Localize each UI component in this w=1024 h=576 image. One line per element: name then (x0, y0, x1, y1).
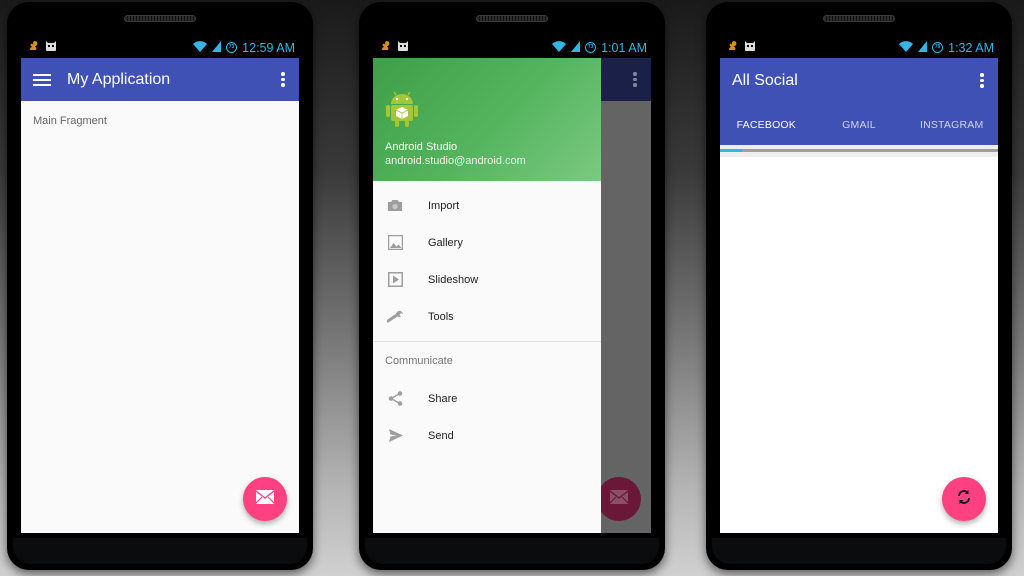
progress-track (720, 149, 998, 152)
drawer-header: Android Studio android.studio@android.co… (373, 58, 601, 181)
page-load-progress (720, 145, 998, 157)
squirrel-notification-icon (726, 39, 738, 57)
screen-navigation-drawer: 73 1:01 AM Android Studio android.studio… (373, 37, 651, 533)
camera-icon (386, 197, 404, 215)
drawer-menu: Import Gallery Slideshow Tools Communica… (373, 181, 601, 454)
phone-frame-3: 79 1:32 AM All Social FACEBOOK GMAIL INS… (706, 2, 1012, 570)
status-time: 12:59 AM (242, 40, 295, 55)
slideshow-icon (386, 271, 404, 289)
drawer-item-gallery[interactable]: Gallery (373, 224, 601, 261)
drawer-item-import[interactable]: Import (373, 187, 601, 224)
phone-frame-2: 73 1:01 AM Android Studio android.studio… (359, 2, 665, 570)
signal-icon (918, 39, 928, 57)
drawer-subheader: Communicate (385, 355, 453, 367)
drawer-item-share[interactable]: Share (373, 380, 601, 417)
status-bar: 79 1:32 AM (720, 37, 998, 58)
app-title: My Application (67, 70, 171, 88)
drawer-item-label: Import (428, 199, 460, 212)
speaker-grille (124, 15, 196, 22)
navigation-drawer: Android Studio android.studio@android.co… (373, 58, 601, 533)
battery-badge: 79 (932, 42, 944, 53)
speaker-grille (476, 15, 548, 22)
phone-frame-1: 73 12:59 AM My Application Main Fragment (7, 2, 313, 570)
status-time: 1:32 AM (948, 40, 994, 55)
main-fragment-text: Main Fragment (33, 115, 107, 127)
gallery-icon (386, 234, 404, 252)
refresh-icon (956, 489, 972, 510)
wifi-icon (899, 39, 914, 57)
drawer-item-send[interactable]: Send (373, 417, 601, 454)
drawer-user-name: Android Studio (385, 141, 458, 153)
android-icon (385, 88, 419, 128)
app-bar: My Application (21, 58, 299, 101)
app-title: All Social (732, 71, 798, 89)
hamburger-menu-icon[interactable] (31, 69, 53, 91)
drawer-item-label: Share (428, 392, 458, 405)
screen-all-social: 79 1:32 AM All Social FACEBOOK GMAIL INS… (720, 37, 998, 533)
wifi-icon (552, 39, 567, 57)
drawer-item-label: Tools (428, 310, 454, 323)
wifi-icon (193, 39, 208, 57)
status-bar: 73 1:01 AM (373, 37, 651, 58)
overflow-menu-icon[interactable] (277, 70, 289, 90)
overflow-menu-icon[interactable] (976, 71, 988, 91)
email-icon (255, 489, 275, 509)
refresh-fab-button[interactable] (942, 477, 986, 521)
email-icon (609, 489, 629, 509)
cyanogen-notification-icon (44, 39, 58, 57)
cyanogen-notification-icon (743, 39, 757, 57)
wrench-icon (386, 308, 404, 326)
tab-gmail[interactable]: GMAIL (813, 103, 906, 147)
status-bar: 73 12:59 AM (21, 37, 299, 58)
email-fab-button-dimmed (597, 477, 641, 521)
drawer-item-slideshow[interactable]: Slideshow (373, 261, 601, 298)
drawer-user-email: android.studio@android.com (385, 155, 526, 167)
battery-badge: 73 (226, 42, 238, 53)
progress-fill (720, 149, 743, 152)
overflow-menu-icon (629, 70, 641, 90)
battery-badge: 73 (585, 42, 597, 53)
tab-facebook[interactable]: FACEBOOK (720, 103, 813, 147)
signal-icon (212, 39, 222, 57)
screen-main-app: 73 12:59 AM My Application Main Fragment (21, 37, 299, 533)
drawer-item-label: Slideshow (428, 273, 479, 286)
app-bar: All Social FACEBOOK GMAIL INSTAGRAM (720, 58, 998, 147)
cyanogen-notification-icon (396, 39, 410, 57)
drawer-item-label: Send (428, 429, 454, 442)
squirrel-notification-icon (27, 39, 39, 57)
send-icon (386, 427, 404, 445)
drawer-item-tools[interactable]: Tools (373, 298, 601, 335)
tab-bar: FACEBOOK GMAIL INSTAGRAM (720, 103, 998, 147)
drawer-item-label: Gallery (428, 236, 463, 249)
tab-instagram[interactable]: INSTAGRAM (905, 103, 998, 147)
email-fab-button[interactable] (243, 477, 287, 521)
signal-icon (571, 39, 581, 57)
status-time: 1:01 AM (601, 40, 647, 55)
speaker-grille (823, 15, 895, 22)
share-icon (386, 390, 404, 408)
squirrel-notification-icon (379, 39, 391, 57)
